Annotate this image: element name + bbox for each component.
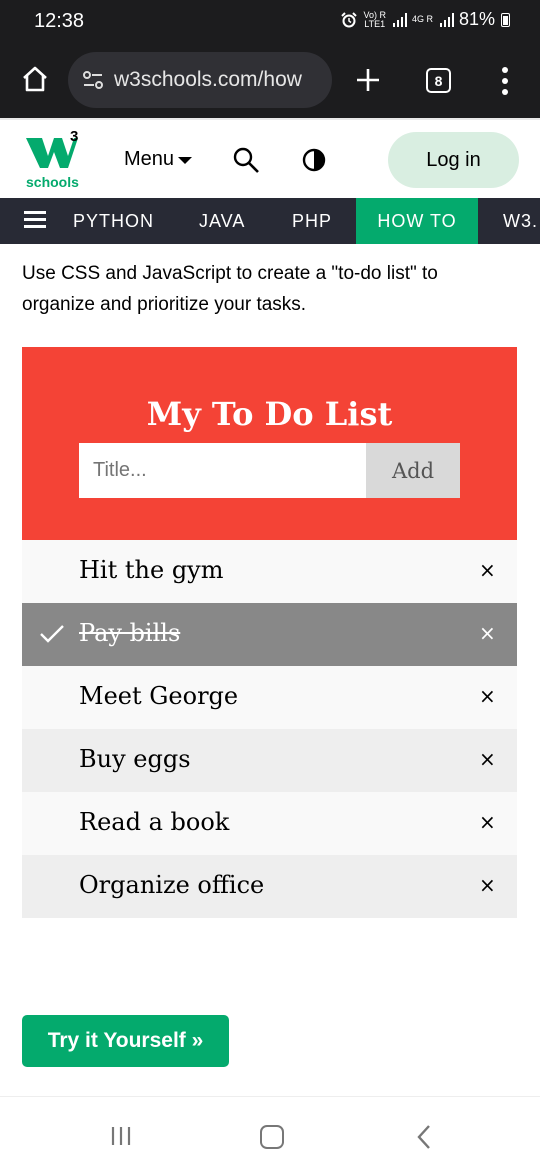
list-item-checked[interactable]: Pay bills ×	[22, 603, 517, 666]
todo-header: My To Do List Add	[22, 347, 517, 540]
status-icons: Vo) R LTE1 4G R 81%	[341, 9, 510, 30]
w3schools-logo[interactable]: 3 schools	[20, 128, 90, 192]
intro-text: Use CSS and JavaScript to create a "to-d…	[22, 263, 438, 315]
nav-item-php[interactable]: PHP	[272, 198, 352, 244]
contrast-icon[interactable]	[302, 148, 326, 172]
network-indicator: Vo) R LTE1	[363, 10, 386, 29]
menu-button[interactable]: Menu	[124, 148, 193, 171]
site-header: 3 schools Menu Log in	[0, 118, 540, 198]
tabs-icon[interactable]: 8	[426, 68, 451, 93]
close-icon[interactable]: ×	[479, 621, 496, 645]
close-icon[interactable]: ×	[479, 684, 496, 708]
home-icon[interactable]	[20, 64, 50, 94]
todo-list: Hit the gym × Pay bills × Meet George × …	[22, 540, 517, 918]
android-nav-bar	[0, 1096, 540, 1170]
list-item[interactable]: Hit the gym ×	[22, 540, 517, 603]
status-bar: 12:38 Vo) R LTE1 4G R 81%	[0, 0, 540, 42]
nav-item-howto[interactable]: HOW TO	[356, 198, 478, 244]
battery-icon	[501, 12, 510, 27]
login-button[interactable]: Log in	[388, 132, 519, 188]
recents-icon[interactable]	[108, 1125, 134, 1147]
close-icon[interactable]: ×	[479, 747, 496, 771]
list-item-text: Read a book	[79, 808, 230, 836]
list-item[interactable]: Organize office ×	[22, 855, 517, 918]
close-icon[interactable]: ×	[479, 558, 496, 582]
topnav: PYTHON JAVA PHP HOW TO W3.	[0, 198, 540, 244]
try-it-yourself-button[interactable]: Try it Yourself »	[22, 1015, 229, 1067]
list-item[interactable]: Buy eggs ×	[22, 729, 517, 792]
signal-icon-2	[439, 12, 454, 27]
list-item[interactable]: Meet George ×	[22, 666, 517, 729]
url-text[interactable]: w3schools.com/how	[114, 68, 302, 92]
checkmark-icon	[40, 625, 64, 643]
list-item-text: Organize office	[79, 871, 265, 899]
nav-item-w3[interactable]: W3.	[483, 198, 540, 244]
caret-down-icon	[178, 157, 193, 164]
todo-title: My To Do List	[146, 395, 393, 433]
battery-percent: 81%	[458, 9, 495, 29]
list-item-text: Hit the gym	[79, 556, 224, 584]
address-bar[interactable]: w3schools.com/how	[68, 52, 332, 108]
alarm-icon	[341, 11, 358, 27]
list-item-text: Buy eggs	[79, 745, 191, 773]
nav-item-java[interactable]: JAVA	[179, 198, 265, 244]
home-button-icon[interactable]	[260, 1125, 284, 1149]
signal-icon	[392, 12, 407, 27]
todo-title-input[interactable]	[79, 443, 366, 498]
back-icon[interactable]	[414, 1123, 434, 1151]
tab-count: 8	[434, 72, 443, 89]
nav-item-python[interactable]: PYTHON	[53, 198, 174, 244]
list-item[interactable]: Read a book ×	[22, 792, 517, 855]
search-icon[interactable]	[232, 146, 260, 174]
w3-logo-mark	[26, 138, 78, 168]
browser-toolbar: w3schools.com/how 8	[0, 42, 540, 118]
logo-superscript: 3	[70, 128, 79, 145]
list-item-text: Pay bills	[79, 619, 181, 647]
menu-label: Menu	[124, 148, 175, 170]
close-icon[interactable]: ×	[479, 873, 496, 897]
network-label-2: LTE1	[364, 18, 386, 29]
network-4g: 4G R	[411, 14, 433, 24]
hamburger-menu-icon[interactable]	[24, 211, 46, 229]
more-icon[interactable]	[500, 66, 510, 96]
tune-icon[interactable]	[82, 69, 104, 91]
plus-icon[interactable]	[354, 66, 382, 94]
close-icon[interactable]: ×	[479, 810, 496, 834]
add-button[interactable]: Add	[366, 443, 460, 498]
list-item-text: Meet George	[79, 682, 239, 710]
logo-text: schools	[26, 174, 79, 190]
status-time: 12:38	[34, 10, 85, 32]
